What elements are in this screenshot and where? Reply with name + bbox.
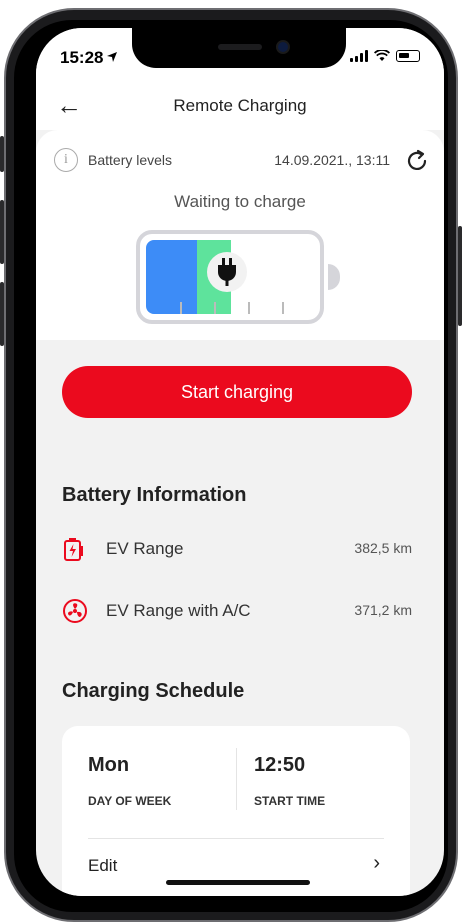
ev-range-row: EV Range 382,5 km — [62, 534, 412, 564]
start-time-label: START TIME — [254, 794, 326, 808]
nav-header: ← Remote Charging — [36, 82, 444, 130]
ev-range-value: 382,5 km — [354, 540, 412, 556]
battery-levels-label: Battery levels — [88, 152, 173, 168]
front-camera — [276, 40, 290, 54]
level-tick — [248, 302, 250, 314]
page-title: Remote Charging — [173, 96, 307, 115]
battery-levels-card: i Battery levels 14.09.2021., 13:11 Wait… — [36, 130, 444, 340]
day-of-week-label: DAY OF WEEK — [88, 794, 172, 808]
level-tick — [282, 302, 284, 314]
charged-level-bar — [146, 240, 197, 314]
row-divider — [88, 838, 384, 839]
power-button — [458, 226, 462, 326]
schedule-day: Mon — [88, 754, 130, 776]
ev-range-ac-row: EV Range with A/C 371,2 km — [62, 596, 412, 626]
battery-graphic — [136, 230, 324, 324]
phone-frame: 15:28 ← Remote Charging i Battery levels… — [0, 0, 462, 924]
speaker-grille — [218, 44, 262, 50]
column-divider — [236, 748, 237, 810]
level-tick — [180, 302, 182, 314]
signal-icon — [350, 50, 368, 62]
battery-levels-row: i Battery levels 14.09.2021., 13:11 — [54, 148, 430, 174]
ev-range-ac-value: 371,2 km — [354, 602, 412, 618]
ev-range-label: EV Range — [106, 539, 184, 558]
ev-range-ac-label: EV Range with A/C — [106, 601, 251, 620]
chevron-right-icon[interactable]: › — [373, 852, 380, 875]
refresh-icon[interactable] — [404, 148, 430, 174]
home-indicator[interactable] — [166, 880, 310, 885]
fan-icon — [63, 599, 87, 623]
info-icon[interactable]: i — [54, 148, 78, 172]
plug-icon — [207, 252, 247, 292]
battery-charge-icon — [64, 538, 83, 561]
edit-schedule-link[interactable]: Edit — [88, 856, 117, 876]
charging-state-text: Waiting to charge — [174, 192, 306, 211]
notch — [132, 28, 346, 68]
start-charging-button[interactable]: Start charging — [62, 366, 412, 418]
status-time: 15:28 — [60, 48, 104, 67]
schedule-card: Mon DAY OF WEEK 12:50 START TIME Edit › — [62, 726, 410, 896]
charging-schedule-heading: Charging Schedule — [62, 680, 245, 702]
battery-terminal — [328, 264, 340, 290]
level-tick — [214, 302, 216, 314]
wifi-icon — [374, 50, 390, 61]
battery-status-icon — [396, 50, 420, 62]
location-arrow-icon — [107, 52, 117, 62]
last-updated-timestamp: 14.09.2021., 13:11 — [274, 152, 390, 168]
battery-information-heading: Battery Information — [62, 484, 247, 506]
schedule-time: 12:50 — [254, 754, 306, 776]
app-screen: 15:28 ← Remote Charging i Battery levels… — [36, 28, 444, 896]
